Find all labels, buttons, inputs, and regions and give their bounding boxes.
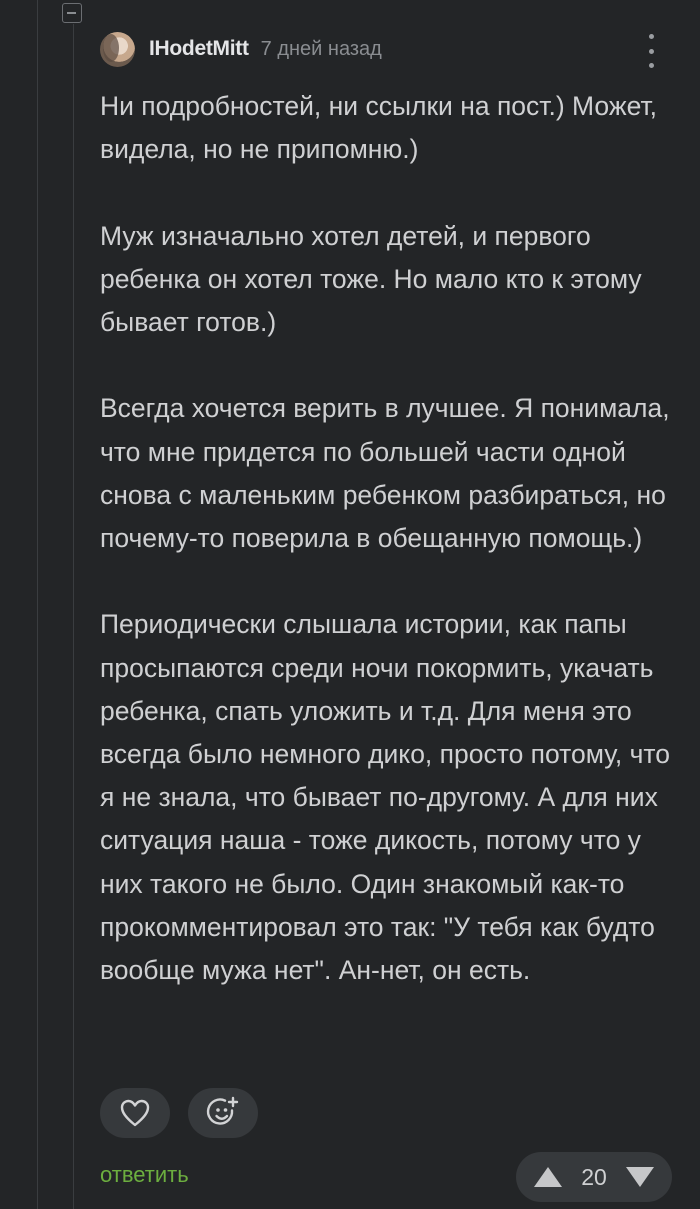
more-options-icon[interactable] <box>645 34 657 68</box>
reaction-bar <box>100 1088 258 1138</box>
avatar[interactable] <box>100 31 135 67</box>
comment-paragraph: Периодически слышала истории, как папы п… <box>100 609 670 986</box>
author-name[interactable]: IHodetMitt <box>149 37 249 61</box>
comment-body: Ни подробностей, ни ссылки на пост.) Мож… <box>100 85 680 992</box>
thread-line-outer <box>37 0 38 1209</box>
comment-paragraph: Ни подробностей, ни ссылки на пост.) Мож… <box>100 91 658 165</box>
comment-paragraph: Всегда хочется верить в лучшее. Я понима… <box>100 393 670 553</box>
comment-time: 7 дней назад <box>260 37 382 60</box>
downvote-icon[interactable] <box>624 1165 656 1189</box>
comment-header: IHodetMitt 7 дней назад <box>100 30 382 68</box>
reply-link[interactable]: ответить <box>100 1162 189 1188</box>
upvote-icon[interactable] <box>532 1165 564 1189</box>
add-reaction-button[interactable] <box>188 1088 258 1138</box>
comment-paragraph: Муж изначально хотел детей, и первого ре… <box>100 220 642 337</box>
rating-count: 20 <box>581 1163 607 1190</box>
vote-widget: 20 <box>516 1152 672 1202</box>
like-button[interactable] <box>100 1088 170 1138</box>
collapse-thread-icon[interactable] <box>62 3 82 23</box>
thread-line-inner <box>73 24 74 1209</box>
heart-icon <box>120 1099 150 1127</box>
add-emoji-icon <box>206 1096 239 1125</box>
